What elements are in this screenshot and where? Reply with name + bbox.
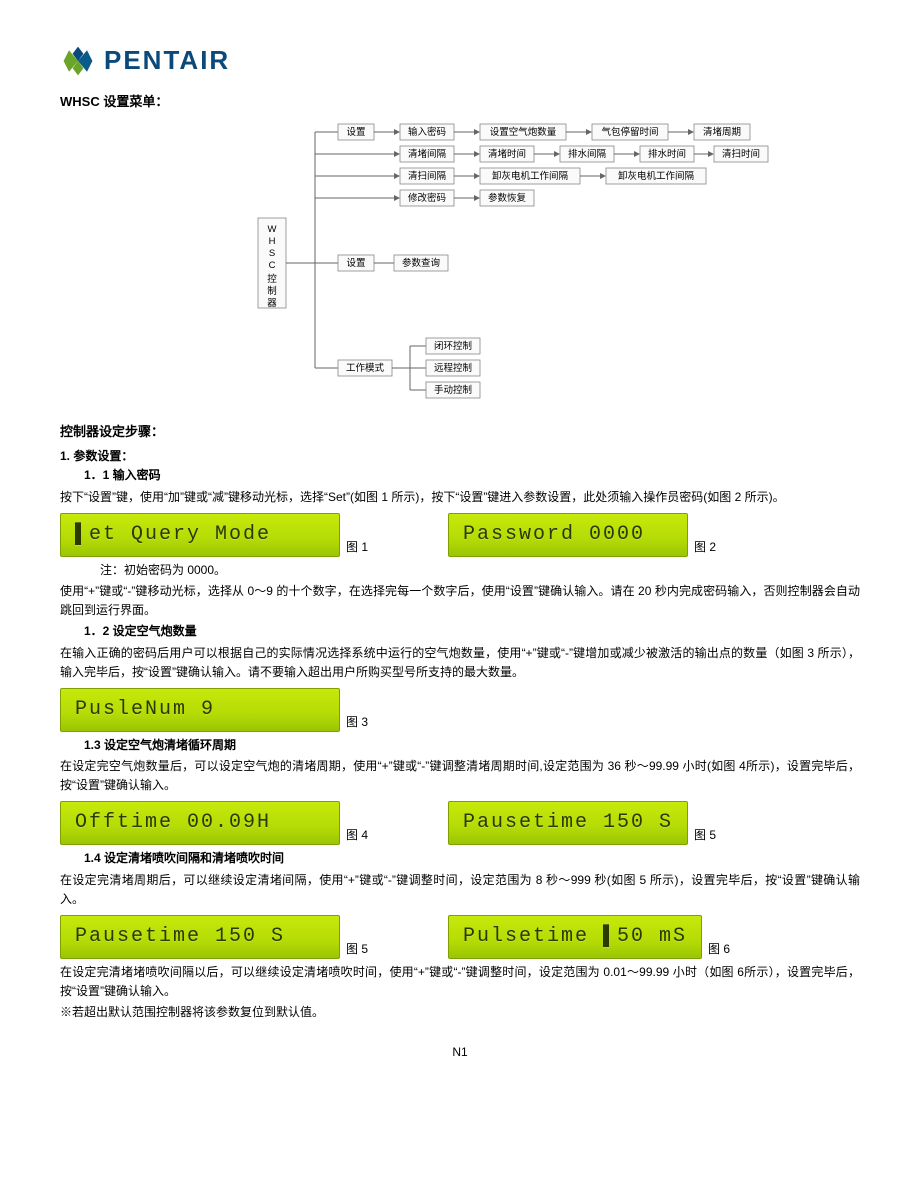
caption-fig4: 图 4: [346, 826, 368, 845]
svg-text:参数恢复: 参数恢复: [488, 192, 527, 204]
brand-logo: PENTAIR: [60, 40, 860, 82]
steps-title: 控制器设定步骤：: [60, 422, 860, 443]
svg-text:清堵时间: 清堵时间: [488, 148, 526, 160]
svg-text:卸灰电机工作间隔: 卸灰电机工作间隔: [492, 170, 569, 182]
svg-text:设置: 设置: [346, 127, 365, 138]
svg-text:卸灰电机工作间隔: 卸灰电机工作间隔: [618, 170, 695, 182]
svg-text:制: 制: [267, 285, 277, 297]
para-1: 按下“设置”键，使用“加”键或“减”键移动光标，选择“Set”(如图 1 所示)…: [60, 488, 860, 507]
caption-fig5: 图 5: [694, 826, 716, 845]
lcd-fig4: Offtime 00.09H: [60, 801, 340, 845]
svg-text:排水时间: 排水时间: [648, 148, 686, 160]
svg-text:气包停留时间: 气包停留时间: [601, 126, 658, 138]
caption-fig2: 图 2: [694, 538, 716, 557]
caption-fig6: 图 6: [708, 940, 730, 959]
svg-text:手动控制: 手动控制: [434, 384, 472, 396]
para-2: 使用“+”键或“-”键移动光标，选择从 0～9 的十个数字，在选择完每一个数字后…: [60, 582, 860, 620]
svg-text:H: H: [269, 236, 276, 247]
para-3: 在输入正确的密码后用户可以根据自己的实际情况选择系统中运行的空气炮数量，使用“+…: [60, 644, 860, 682]
svg-text:修改密码: 修改密码: [408, 192, 446, 204]
svg-text:排水间隔: 排水间隔: [568, 148, 607, 160]
lcd-fig2: Password 0000: [448, 513, 688, 557]
caption-fig5b: 图 5: [346, 940, 368, 959]
para-7: ※若超出默认范围控制器将该参数复位到默认值。: [60, 1003, 860, 1022]
svg-text:清堵周期: 清堵周期: [703, 126, 741, 138]
svg-text:设置空气炮数量: 设置空气炮数量: [490, 126, 557, 138]
diagram-root: W: [268, 224, 277, 235]
svg-text:闭环控制: 闭环控制: [434, 340, 472, 352]
lcd-fig3: PusleNum 9: [60, 688, 340, 732]
para-5: 在设定完清堵周期后，可以继续设定清堵间隔，使用“+”键或“-”键调整时间，设定范…: [60, 871, 860, 909]
svg-text:S: S: [269, 248, 275, 259]
svg-text:远程控制: 远程控制: [434, 362, 472, 374]
section-1-1: 1．1 输入密码: [84, 466, 860, 485]
svg-text:C: C: [269, 260, 276, 271]
menu-title: WHSC 设置菜单：: [60, 92, 860, 113]
caption-fig1: 图 1: [346, 538, 368, 557]
svg-text:设置: 设置: [346, 258, 365, 269]
section-1-3: 1.3 设定空气炮清堵循环周期: [84, 736, 860, 755]
svg-text:清堵间隔: 清堵间隔: [408, 148, 447, 160]
svg-text:控: 控: [267, 273, 277, 285]
section-1: 1. 参数设置：: [60, 447, 860, 466]
pentair-icon: [60, 43, 96, 79]
svg-text:器: 器: [267, 298, 277, 309]
note-initial-password: 注：初始密码为 0000。: [100, 561, 860, 580]
para-6: 在设定完清堵堵喷吹间隔以后，可以继续设定清堵喷吹时间，使用“+”键或“-”键调整…: [60, 963, 860, 1001]
svg-text:清扫间隔: 清扫间隔: [408, 170, 447, 182]
section-1-2: 1．2 设定空气炮数量: [84, 622, 860, 641]
section-1-4: 1.4 设定清堵喷吹间隔和清堵喷吹时间: [84, 849, 860, 868]
svg-text:工作模式: 工作模式: [346, 362, 385, 374]
svg-text:清扫时间: 清扫时间: [722, 148, 760, 160]
lcd-fig1: ▌et Query Mode: [60, 513, 340, 557]
caption-fig3: 图 3: [346, 713, 368, 732]
page-number: N1: [60, 1043, 860, 1062]
lcd-fig5: Pausetime 150 S: [448, 801, 688, 845]
menu-tree-diagram: W H S C 控 制 器 设置 输入密码 设置空气炮数量 气包停留时间 清堵周…: [60, 118, 860, 408]
lcd-fig6: Pulsetime ▌50 mS: [448, 915, 702, 959]
svg-text:参数查询: 参数查询: [402, 257, 440, 269]
svg-text:输入密码: 输入密码: [408, 126, 446, 138]
lcd-fig5b: Pausetime 150 S: [60, 915, 340, 959]
diagram-svg: W H S C 控 制 器 设置 输入密码 设置空气炮数量 气包停留时间 清堵周…: [150, 118, 770, 408]
brand-name: PENTAIR: [104, 40, 230, 82]
para-4: 在设定完空气炮数量后，可以设定空气炮的清堵周期，使用“+”键或“-”键调整清堵周…: [60, 757, 860, 795]
